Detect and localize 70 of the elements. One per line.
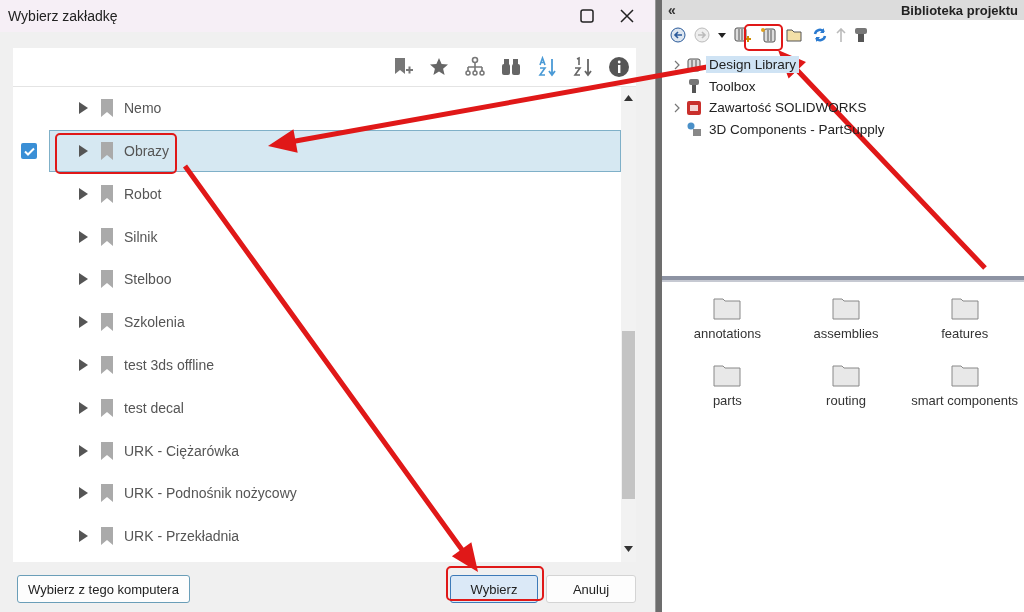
add-library-icon[interactable] bbox=[734, 27, 752, 43]
expand-arrow-icon[interactable] bbox=[78, 401, 88, 414]
scroll-up-icon[interactable] bbox=[624, 94, 633, 101]
row-checkbox[interactable] bbox=[21, 143, 37, 160]
expand-arrow-icon[interactable] bbox=[78, 316, 88, 329]
hierarchy-icon[interactable] bbox=[464, 55, 486, 78]
bookmark-item[interactable]: Silnik bbox=[49, 215, 621, 259]
expand-arrow-icon[interactable] bbox=[78, 145, 88, 158]
sort-alpha-icon[interactable] bbox=[536, 55, 558, 78]
folder-label[interactable]: assemblies bbox=[813, 326, 879, 341]
folder-label[interactable]: routing bbox=[826, 393, 866, 408]
new-library-icon[interactable] bbox=[760, 27, 778, 43]
refresh-icon[interactable] bbox=[812, 27, 828, 43]
bookmark-item[interactable]: Obrazy bbox=[49, 129, 621, 173]
bookmark-item[interactable]: Robot bbox=[49, 172, 621, 216]
expand-arrow-icon[interactable] bbox=[78, 530, 88, 543]
bookmark-icon bbox=[100, 313, 114, 332]
bookmark-icon bbox=[100, 99, 114, 118]
bookmark-icon bbox=[100, 484, 114, 503]
expand-arrow-icon[interactable] bbox=[78, 487, 88, 500]
bookmark-item[interactable]: test 3ds offline bbox=[49, 343, 621, 387]
chevron-right-icon[interactable] bbox=[672, 102, 682, 113]
panel-title: Biblioteka projektu bbox=[900, 2, 1018, 18]
info-icon[interactable] bbox=[608, 55, 630, 78]
folder-label[interactable]: parts bbox=[712, 393, 742, 408]
expand-arrow-icon[interactable] bbox=[78, 444, 88, 457]
screw-icon[interactable] bbox=[854, 27, 868, 43]
close-icon bbox=[620, 8, 634, 23]
tree-item[interactable]: Toolbox bbox=[706, 77, 759, 95]
bookmark-icon bbox=[100, 356, 114, 374]
folder-label[interactable]: smart components bbox=[911, 393, 1019, 408]
expand-arrow-icon[interactable] bbox=[78, 102, 88, 115]
sort-numeric-icon[interactable] bbox=[572, 55, 594, 78]
expand-arrow-icon[interactable] bbox=[78, 273, 88, 286]
tree-item[interactable]: Design Library bbox=[706, 56, 800, 74]
expand-arrow-icon[interactable] bbox=[78, 230, 88, 243]
bookmark-item[interactable]: URK - Podnośnik nożycowy bbox=[49, 472, 621, 515]
bookmark-icon bbox=[100, 270, 114, 289]
bookmark-item[interactable]: URK - Przekładnia bbox=[49, 514, 621, 558]
open-folder-icon[interactable] bbox=[786, 28, 804, 42]
bookmark-icon bbox=[100, 398, 114, 417]
bookmark-icon bbox=[100, 441, 114, 460]
app-logo-icon bbox=[686, 99, 702, 116]
maximize-icon bbox=[580, 8, 594, 23]
dialog-button[interactable]: Wybierz z tego komputera bbox=[17, 575, 190, 604]
expand-arrow-icon[interactable] bbox=[78, 359, 88, 371]
folder-label[interactable]: features bbox=[941, 326, 989, 341]
folder-label[interactable]: annotations bbox=[693, 326, 761, 341]
bookmark-icon bbox=[100, 527, 114, 546]
dialog-button[interactable]: Anuluj bbox=[546, 575, 636, 604]
chevron-right-icon[interactable] bbox=[672, 59, 682, 70]
screw-icon bbox=[686, 78, 702, 95]
expand-arrow-icon[interactable] bbox=[78, 187, 88, 200]
bookmark-icon bbox=[100, 142, 114, 161]
collapse-button[interactable]: « bbox=[668, 2, 676, 18]
scrollbar-thumb[interactable] bbox=[622, 330, 635, 499]
dropdown-caret-icon[interactable] bbox=[718, 32, 726, 38]
bookmark-item[interactable]: test decal bbox=[49, 386, 621, 430]
bookmark-item[interactable]: URK - Ciężarówka bbox=[49, 429, 621, 472]
bookmark-item[interactable]: Szkolenia bbox=[49, 300, 621, 344]
back-icon[interactable] bbox=[670, 27, 686, 43]
components-icon bbox=[686, 121, 702, 138]
highlight-frame bbox=[744, 24, 783, 51]
scroll-down-icon[interactable] bbox=[624, 546, 633, 553]
bookmark-icon bbox=[100, 184, 114, 203]
bookmark-item[interactable]: Stelboo bbox=[49, 258, 621, 301]
bookmark-item[interactable]: Nemo bbox=[49, 86, 621, 130]
bookmark-icon bbox=[100, 227, 114, 246]
window-title: Wybierz zakładkę bbox=[8, 7, 119, 24]
dialog-button[interactable]: Wybierz bbox=[450, 575, 538, 604]
